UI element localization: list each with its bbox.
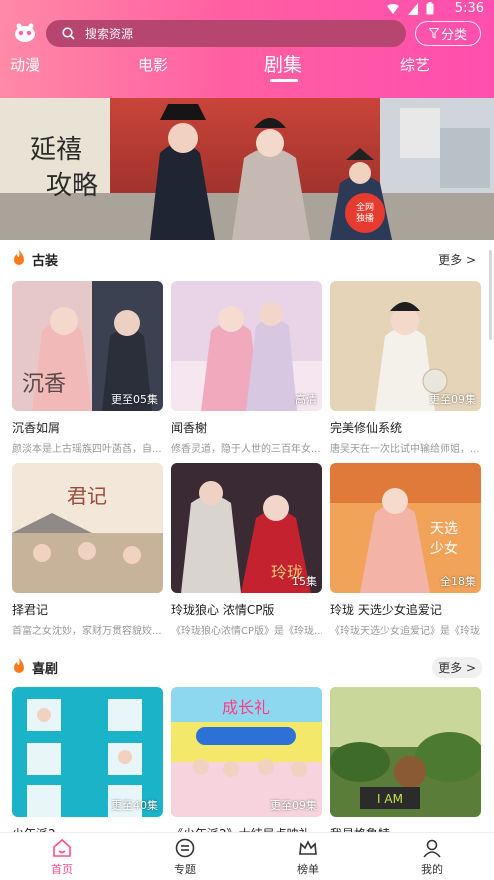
category-filter-button[interactable]: 分类 xyxy=(415,21,481,46)
section-header-costume: 古装 更多 > xyxy=(12,248,482,270)
video-card[interactable]: 玲珑 15集 玲珑狼心 浓情CP版 《玲珑狼心浓情CP版》是《玲珑... xyxy=(171,463,322,637)
app-screen: 5:36 搜索资源 分类 动漫 电影 剧集 综艺 全网 独播 延禧 攻略 古装 … xyxy=(0,0,494,880)
nav-label: 我的 xyxy=(421,863,443,876)
video-card[interactable]: 更至09集 完美修仙系统 唐吴天在一次比试中输给师姐，... xyxy=(330,281,481,455)
poster-title-text: 成长礼 xyxy=(222,698,270,717)
episode-badge: 更至40集 xyxy=(111,799,158,812)
wifi-icon xyxy=(387,3,399,14)
episode-badge: 全18集 xyxy=(440,575,476,588)
banner-badge-line1: 全网 xyxy=(356,201,374,213)
svg-text:天选: 天选 xyxy=(430,521,458,537)
user-icon xyxy=(423,839,441,858)
svg-text:延禧: 延禧 xyxy=(30,135,82,165)
section-header-comedy: 喜剧 更多 > xyxy=(12,656,482,678)
card-description: 《玲珑天选少女追爱记》是《玲珑... xyxy=(330,626,481,637)
active-tab-indicator xyxy=(270,79,298,82)
header: 5:36 搜索资源 分类 动漫 电影 剧集 综艺 xyxy=(0,0,494,100)
video-card[interactable]: 君记 择君记 首富之女沈妙，家财万贯容貌姣... xyxy=(12,463,163,637)
card-title: 择君记 xyxy=(12,603,49,617)
search-icon xyxy=(62,27,75,40)
poster-title-text: I AM xyxy=(377,792,403,806)
search-input[interactable]: 搜索资源 xyxy=(46,20,406,47)
episode-badge: 高清 xyxy=(295,393,317,406)
episode-badge: 更至09集 xyxy=(429,393,476,406)
card-description: 修香灵道，隐于人世的三百年女... xyxy=(171,444,321,455)
nav-rankings[interactable]: 榜单 xyxy=(268,837,348,877)
more-link[interactable]: 更多 > xyxy=(432,249,482,270)
poster-image: 高清 xyxy=(171,281,322,411)
video-card[interactable]: 更至40集 少年派2 xyxy=(12,687,163,842)
battery-icon xyxy=(426,2,434,15)
svg-text:攻略: 攻略 xyxy=(46,171,98,201)
crown-icon xyxy=(299,840,317,855)
more-link[interactable]: 更多 > xyxy=(432,657,482,678)
nav-home[interactable]: 首页 xyxy=(22,837,102,877)
scrollbar[interactable] xyxy=(489,250,492,340)
episode-badge: 更至05集 xyxy=(111,393,158,406)
nav-label: 首页 xyxy=(51,863,73,876)
poster-image: 沉香 更至05集 xyxy=(12,281,163,411)
featured-banner[interactable]: 全网 独播 延禧 攻略 xyxy=(0,98,494,240)
section-title: 喜剧 xyxy=(32,662,59,677)
banner-badge-line2: 独播 xyxy=(356,212,374,224)
poster-image: 玲珑 15集 xyxy=(171,463,322,593)
topic-icon xyxy=(175,838,195,858)
home-icon xyxy=(53,838,71,857)
category-tabs: 动漫 电影 剧集 综艺 xyxy=(0,50,494,90)
card-title: 沉香如屑 xyxy=(12,421,61,435)
episode-badge: 15集 xyxy=(292,575,317,588)
nav-mine[interactable]: 我的 xyxy=(392,837,472,877)
status-icons xyxy=(386,2,434,15)
status-bar: 5:36 xyxy=(0,0,494,18)
nav-topics[interactable]: 专题 xyxy=(145,837,225,877)
category-filter-label: 分类 xyxy=(440,28,467,43)
bottom-navigation: 首页 专题 榜单 我的 xyxy=(0,832,494,880)
card-description: 唐吴天在一次比试中输给师姐，... xyxy=(330,444,480,455)
svg-text:君记: 君记 xyxy=(67,484,107,508)
banner-image: 全网 独播 延禧 攻略 xyxy=(0,98,494,240)
svg-text:少女: 少女 xyxy=(430,540,458,557)
nav-label: 专题 xyxy=(174,863,196,876)
app-logo-icon[interactable] xyxy=(14,22,36,44)
video-card[interactable]: I AM 我是格鲁特 xyxy=(330,687,481,842)
card-description: 首富之女沈妙，家财万贯容貌姣... xyxy=(12,626,162,637)
poster-image: 君记 xyxy=(12,463,163,593)
signal-icon xyxy=(408,2,418,15)
tab-series[interactable]: 剧集 xyxy=(264,50,302,77)
poster-image: 成长礼 更至09集 xyxy=(171,687,322,817)
card-title: 闻香榭 xyxy=(171,421,208,435)
card-title: 玲珑 天选少女追爱记 xyxy=(330,603,442,617)
poster-image: 更至09集 xyxy=(330,281,481,411)
video-card[interactable]: 沉香 更至05集 沉香如屑 颜淡本是上古瑶族四叶菡萏，自... xyxy=(12,281,163,455)
card-title: 玲珑狼心 浓情CP版 xyxy=(171,603,275,617)
search-placeholder: 搜索资源 xyxy=(85,27,134,41)
poster-image: 更至40集 xyxy=(12,687,163,817)
filter-icon xyxy=(428,28,439,39)
poster-image: 天选 少女 全18集 xyxy=(330,463,481,593)
section-title: 古装 xyxy=(32,254,59,269)
video-card[interactable]: 成长礼 更至09集 《少年派2》大结局点映礼 xyxy=(171,687,322,842)
svg-text:沉香: 沉香 xyxy=(22,372,66,397)
flame-icon xyxy=(14,658,24,673)
nav-label: 榜单 xyxy=(297,863,319,876)
video-card[interactable]: 天选 少女 全18集 玲珑 天选少女追爱记 《玲珑天选少女追爱记》是《玲珑... xyxy=(330,463,481,637)
tab-movies[interactable]: 电影 xyxy=(138,54,168,75)
video-card[interactable]: 高清 闻香榭 修香灵道，隐于人世的三百年女... xyxy=(171,281,322,455)
card-title: 完美修仙系统 xyxy=(330,421,403,435)
episode-badge: 更至09集 xyxy=(270,799,317,812)
card-description: 《玲珑狼心浓情CP版》是《玲珑... xyxy=(171,626,322,637)
tab-anime[interactable]: 动漫 xyxy=(10,54,40,75)
tab-variety[interactable]: 综艺 xyxy=(400,54,430,75)
poster-image: I AM xyxy=(330,687,481,817)
flame-icon xyxy=(14,250,24,265)
card-description: 颜淡本是上古瑶族四叶菡萏，自... xyxy=(12,444,162,455)
status-time: 5:36 xyxy=(454,1,484,16)
